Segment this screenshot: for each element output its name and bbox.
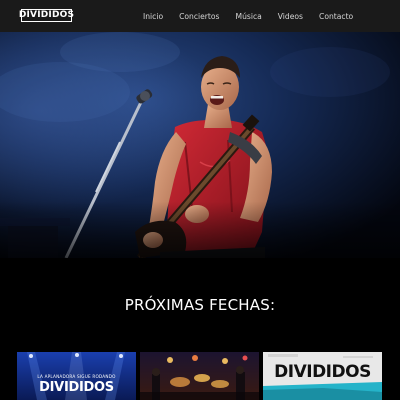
nav-musica[interactable]: Música <box>236 12 262 21</box>
nav-inicio[interactable]: Inicio <box>143 12 163 21</box>
nav-videos[interactable]: Videos <box>278 12 303 21</box>
main-nav: Inicio Conciertos Música Videos Contacto <box>143 0 353 32</box>
guitarist-photo <box>0 32 400 258</box>
logo[interactable]: DIVIDIDOS <box>19 9 74 22</box>
event-card[interactable]: DIVIDIDOS <box>263 352 382 400</box>
nav-conciertos[interactable]: Conciertos <box>179 12 219 21</box>
event-card[interactable] <box>140 352 259 400</box>
event-card-subtitle: LA APLANADORA SIGUE RODANDO <box>37 374 116 379</box>
band-live-photo <box>140 352 259 400</box>
nav-contacto[interactable]: Contacto <box>319 12 353 21</box>
event-card[interactable]: LA APLANADORA SIGUE RODANDO DIVIDIDOS <box>17 352 136 400</box>
navbar: DIVIDIDOS Inicio Conciertos Música Video… <box>0 0 400 32</box>
event-card-title: DIVIDIDOS <box>39 380 114 395</box>
section-title: PRÓXIMAS FECHAS: <box>124 296 276 314</box>
hero-image <box>0 32 400 258</box>
event-card-title: DIVIDIDOS <box>274 362 371 382</box>
event-cards: LA APLANADORA SIGUE RODANDO DIVIDIDOS DI… <box>17 352 383 400</box>
